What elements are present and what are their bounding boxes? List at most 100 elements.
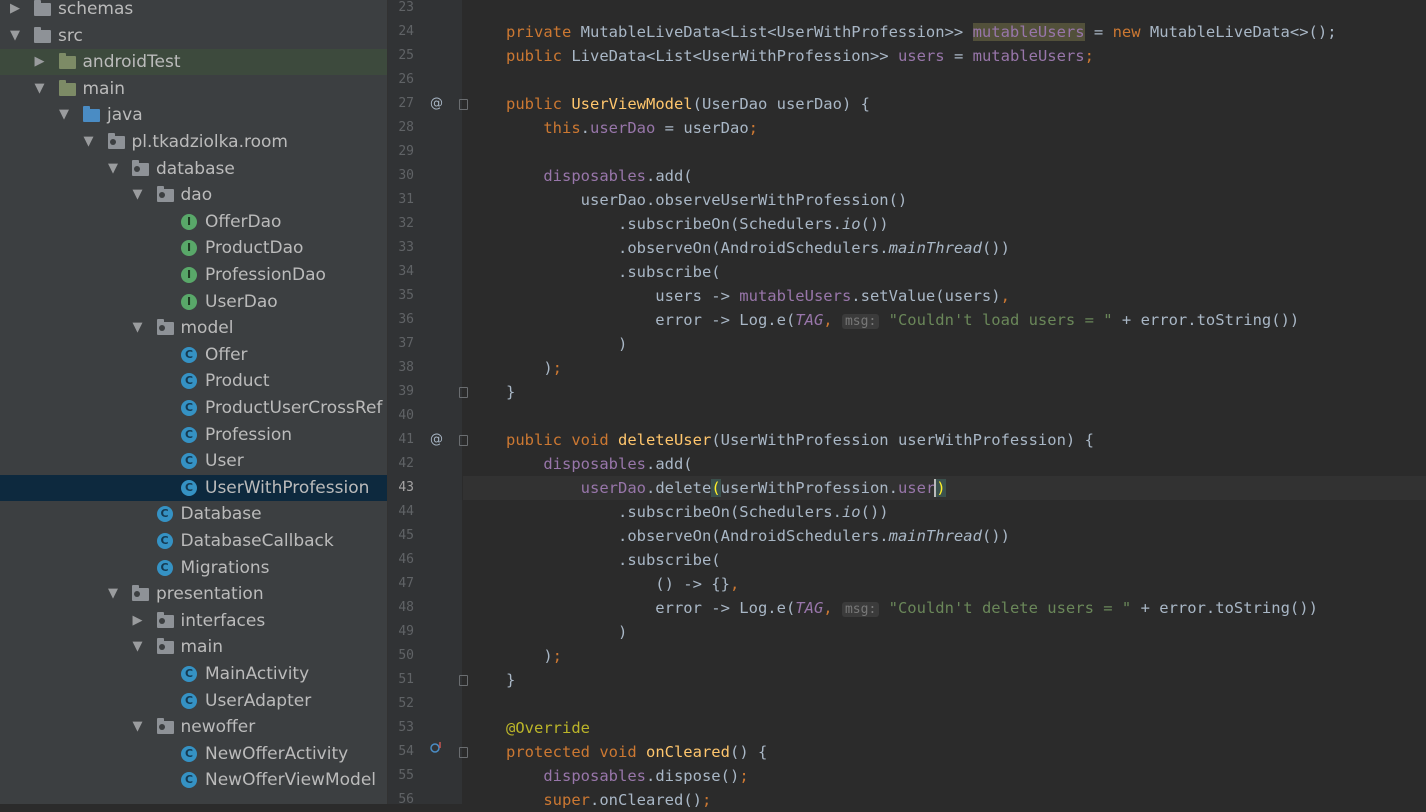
expand-arrow-icon[interactable]: ▼ [108,160,122,178]
tree-item[interactable]: ▼ main [0,76,387,102]
fold-marker-icon[interactable] [459,387,468,398]
code-line[interactable]: public UserViewModel(UserDao userDao) { [506,92,870,116]
code-line[interactable]: error -> Log.e(TAG, msg: "Couldn't load … [506,308,1299,334]
line-number: 52 [398,696,414,711]
annotation-marker[interactable]: @ [430,92,443,116]
tree-item[interactable]: ▼ pl.tkadziolka.room [0,129,387,155]
tree-item[interactable]: C ProductUserCrossRef [0,395,387,421]
code-line[interactable]: .subscribe( [506,260,721,284]
annotation-marker[interactable]: @ [430,428,443,452]
tree-item-label: presentation [156,584,264,605]
line-number: 24 [398,24,414,39]
code-line[interactable]: public LiveData<List<UserWithProfession>… [506,44,1094,68]
code-token: user [897,479,936,497]
tree-item[interactable]: C User [0,448,387,474]
expand-arrow-icon[interactable]: ▼ [84,133,98,151]
tree-item[interactable]: C UserWithProfession [0,474,387,501]
expand-arrow-icon[interactable]: ▼ [133,718,147,736]
code-token: ()) [981,527,1010,545]
code-line[interactable]: userDao.delete(userWithProfession.user) [506,476,946,500]
code-line[interactable]: public void deleteUser(UserWithProfessio… [506,428,1094,452]
fold-marker-icon[interactable] [459,747,468,758]
code-line[interactable]: @Override [506,716,590,740]
tree-item[interactable]: C Profession [0,422,387,448]
code-line[interactable]: disposables.add( [506,452,692,476]
tree-item-label: newoffer [180,717,256,738]
code-line[interactable]: disposables.add( [506,164,692,188]
code-line[interactable]: } [506,668,515,692]
tree-item[interactable]: C MainActivity [0,661,387,687]
tree-item[interactable]: ▼ model [0,315,387,341]
tree-item[interactable]: C NewOfferActivity [0,741,387,767]
code-line[interactable]: ); [506,356,562,380]
code-line[interactable]: ) [506,620,627,644]
tree-item[interactable]: ▶ schemas [0,0,387,22]
tree-item[interactable]: C DatabaseCallback [0,528,387,554]
tree-item[interactable]: I OfferDao [0,209,387,235]
override-icon[interactable] [430,740,442,764]
tree-item[interactable]: C NewOfferViewModel [0,767,387,793]
class-icon: C [181,479,197,496]
code-line[interactable]: .observeOn(AndroidSchedulers.mainThread(… [506,236,1010,260]
code-token: ) [506,359,553,377]
line-number: 42 [398,456,414,471]
tree-item[interactable]: ▼ main [0,634,387,660]
class-icon: C [181,745,197,762]
code-token: msg: [841,314,880,329]
code-line[interactable]: disposables.dispose(); [506,764,748,788]
tree-item[interactable]: ▼ java [0,102,387,128]
tree-item[interactable]: C UserAdapter [0,688,387,714]
tree-item[interactable]: ▼ database [0,156,387,182]
expand-arrow-icon[interactable]: ▼ [133,186,147,204]
code-line[interactable]: protected void onCleared() { [506,740,767,764]
interface-icon: I [181,213,197,230]
tree-item[interactable]: C Offer [0,342,387,368]
collapse-arrow-icon[interactable]: ▶ [133,612,147,630]
code-token: users [897,47,945,65]
tree-item[interactable]: C Product [0,368,387,394]
code-token: userWithProfession. [720,479,898,497]
code-line[interactable]: ) [506,332,627,356]
tree-item[interactable]: I ProductDao [0,235,387,261]
code-token: userDao.observeUserWithProfession() [506,191,908,209]
tree-item[interactable]: C Migrations [0,555,387,581]
code-token: LiveData<List<UserWithProfession>> [571,47,898,65]
expand-arrow-icon[interactable]: ▼ [59,106,73,124]
tree-item[interactable]: I ProfessionDao [0,262,387,288]
code-line[interactable]: .observeOn(AndroidSchedulers.mainThread(… [506,524,1010,548]
tree-item[interactable]: ▼ dao [0,182,387,208]
code-line[interactable]: } [506,380,515,404]
tree-item[interactable]: ▼ src [0,23,387,49]
fold-marker-icon[interactable] [459,435,468,446]
expand-arrow-icon[interactable]: ▼ [35,80,49,98]
code-line[interactable]: userDao.observeUserWithProfession() [506,188,908,212]
code-line[interactable]: () -> {}, [506,572,739,596]
line-number: 23 [398,0,414,15]
code-line[interactable]: private MutableLiveData<List<UserWithPro… [506,20,1337,44]
code-line[interactable]: .subscribeOn(Schedulers.io()) [506,500,889,524]
tree-item-label: Migrations [180,557,270,578]
code-line[interactable]: error -> Log.e(TAG, msg: "Couldn't delet… [506,596,1318,622]
code-line[interactable]: ); [506,644,562,668]
tree-item[interactable]: I UserDao [0,289,387,315]
expand-arrow-icon[interactable]: ▼ [108,585,122,603]
fold-marker-icon[interactable] [459,99,468,110]
tree-item[interactable]: ▼ newoffer [0,714,387,740]
expand-arrow-icon[interactable]: ▼ [10,27,24,45]
expand-arrow-icon[interactable]: ▼ [133,319,147,337]
code-line[interactable]: super.onCleared(); [506,788,711,812]
collapse-arrow-icon[interactable]: ▶ [10,0,24,18]
code-line[interactable]: this.userDao = userDao; [506,116,758,140]
code-line[interactable]: .subscribeOn(Schedulers.io()) [506,212,889,236]
tree-item[interactable]: ▶ interfaces [0,608,387,634]
code-line[interactable]: .subscribe( [506,548,721,572]
code-token: + error.toString()) [1112,311,1300,329]
code-line[interactable]: users -> mutableUsers.setValue(users), [506,284,1010,308]
tree-item[interactable]: ▼ presentation [0,581,387,607]
tree-item-label: ProductDao [205,238,304,259]
expand-arrow-icon[interactable]: ▼ [133,638,147,656]
collapse-arrow-icon[interactable]: ▶ [35,53,49,71]
fold-marker-icon[interactable] [459,675,468,686]
tree-item[interactable]: ▶ androidTest [0,49,387,76]
tree-item[interactable]: C Database [0,501,387,527]
